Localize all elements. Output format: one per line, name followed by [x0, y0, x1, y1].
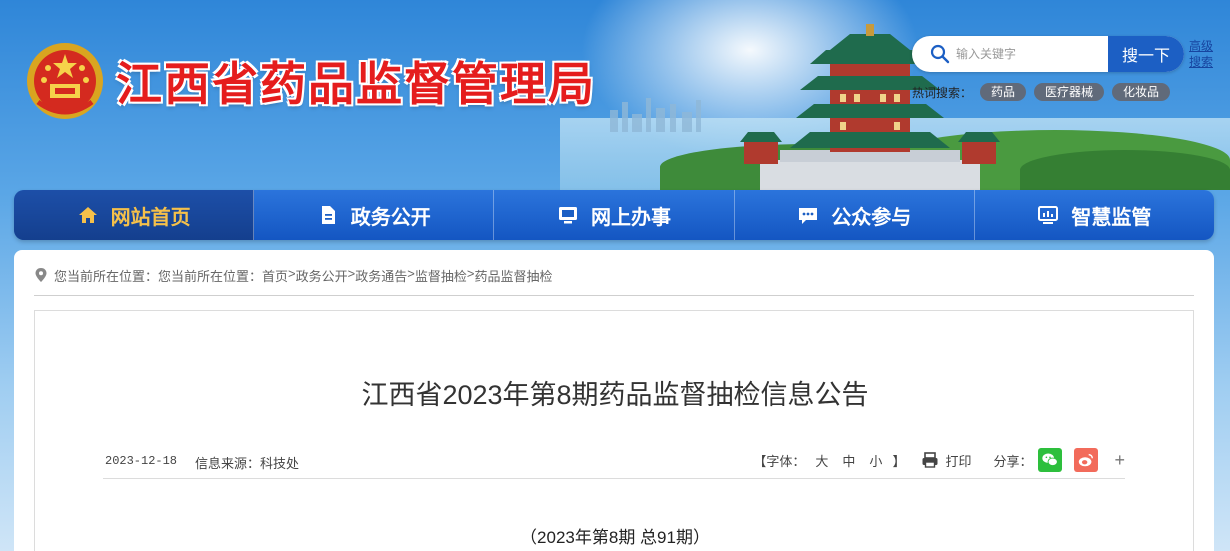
search-input[interactable]	[956, 36, 1106, 72]
national-emblem-icon	[27, 43, 103, 119]
main-nav: 网站首页 政务公开 网上办事 公众参与 智慧监管	[14, 190, 1214, 240]
chat-icon	[799, 208, 818, 224]
home-icon	[78, 207, 97, 223]
breadcrumb-separator: >	[407, 266, 415, 281]
hot-tag-medical-devices[interactable]: 医疗器械	[1034, 83, 1105, 101]
nav-item-government-affairs[interactable]: 政务公开	[254, 190, 495, 240]
nav-item-public-participation[interactable]: 公众参与	[735, 190, 975, 240]
breadcrumb-notices[interactable]: 政务通告	[355, 266, 407, 285]
issue-number: （2023年第8期 总91期）	[520, 528, 710, 547]
font-size-medium[interactable]: 中	[842, 451, 855, 470]
nav-item-home[interactable]: 网站首页	[14, 190, 255, 240]
nav-item-label: 智慧监管	[1071, 206, 1152, 229]
nav-item-label: 公众参与	[831, 206, 912, 229]
printer-icon[interactable]	[921, 451, 939, 469]
hot-search: 热词搜索： 药品 医疗器械 化妆品	[912, 82, 1171, 102]
nav-item-label: 网站首页	[110, 206, 191, 229]
breadcrumb-government-affairs[interactable]: 政务公开	[296, 266, 348, 285]
article-tools: 【字体： 大 中 小 】 打印 分享： +	[753, 447, 1125, 473]
location-pin-icon	[35, 268, 47, 282]
nav-item-label: 网上办事	[591, 206, 671, 229]
breadcrumb-separator: >	[347, 266, 356, 281]
wechat-icon	[1042, 453, 1059, 467]
breadcrumb: 您当前所在位置：您当前所在位置： 首页 > 政务公开 > 政务通告 > 监督抽检…	[34, 266, 1194, 296]
breadcrumb-separator: >	[466, 266, 475, 281]
hot-tag-drugs[interactable]: 药品	[980, 83, 1027, 101]
search-button[interactable]: 搜一下	[1108, 36, 1184, 72]
font-size-close: 】	[892, 453, 906, 469]
font-size-large[interactable]: 大	[815, 451, 828, 470]
share-label: 分享：	[993, 453, 1033, 469]
print-button[interactable]: 打印	[945, 451, 971, 470]
article: 江西省2023年第8期药品监督抽检信息公告 2023-12-18 信息来源：科技…	[34, 310, 1194, 551]
hot-tag-cosmetics[interactable]: 化妆品	[1112, 83, 1171, 101]
breadcrumb-separator: >	[288, 266, 296, 281]
info-source: 信息来源：科技处	[195, 456, 300, 471]
hot-search-label: 热词搜索：	[912, 85, 973, 100]
search-box: 搜一下	[912, 36, 1184, 72]
font-size-open: 【字体：	[753, 453, 806, 469]
share-more-button[interactable]: +	[1114, 450, 1125, 471]
dashboard-icon	[1038, 206, 1059, 224]
font-size-small[interactable]: 小	[869, 451, 882, 470]
article-title: 江西省2023年第8期药品监督抽检信息公告	[361, 380, 869, 410]
nav-item-online-services[interactable]: 网上办事	[494, 190, 735, 240]
nav-item-smart-supervision[interactable]: 智慧监管	[975, 190, 1214, 240]
weibo-icon	[1079, 453, 1094, 467]
share-weibo-button[interactable]	[1074, 448, 1099, 472]
monitor-icon	[559, 207, 577, 224]
nav-item-label: 政务公开	[350, 206, 431, 229]
share-wechat-button[interactable]	[1038, 448, 1063, 472]
content-panel: 您当前所在位置：您当前所在位置： 首页 > 政务公开 > 政务通告 > 监督抽检…	[14, 250, 1214, 551]
document-icon	[321, 206, 335, 224]
breadcrumb-prefix: 您当前所在位置：您当前所在位置：	[54, 269, 263, 284]
publish-date: 2023-12-18	[105, 454, 178, 468]
breadcrumb-drug-sampling[interactable]: 药品监督抽检	[474, 266, 552, 285]
advanced-search-link[interactable]: 高级搜索	[1189, 38, 1215, 70]
site-title: 江西省药品监督管理局	[116, 57, 596, 111]
breadcrumb-home[interactable]: 首页	[262, 266, 288, 285]
article-meta: 2023-12-18 信息来源：科技处 【字体： 大 中 小 】 打印 分享：	[103, 448, 1125, 479]
search-icon	[930, 44, 950, 64]
breadcrumb-supervision-sampling[interactable]: 监督抽检	[415, 266, 467, 285]
green-hill	[1020, 150, 1230, 190]
site-header: 江西省药品监督管理局 搜一下 高级搜索 热词搜索： 药品 医疗器械 化妆品	[0, 0, 1230, 190]
